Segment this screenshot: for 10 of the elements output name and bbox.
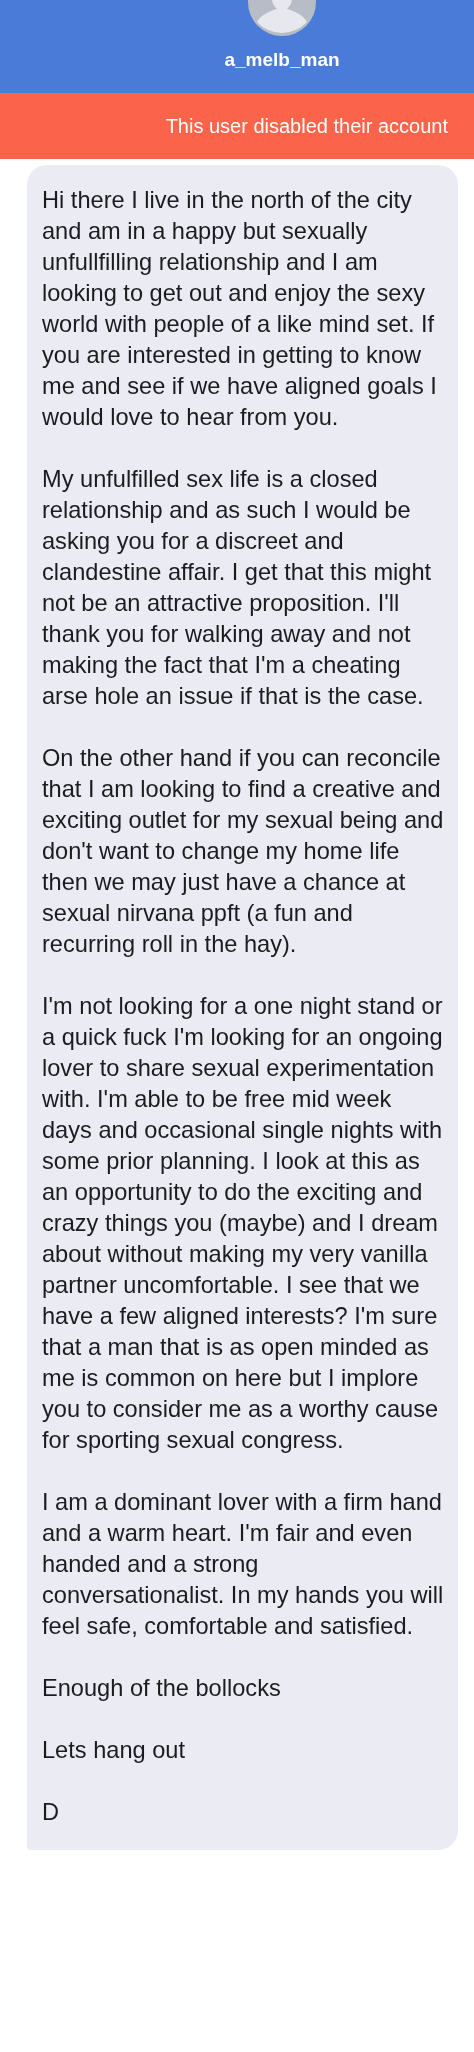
message-paragraph: On the other hand if you can reconcile that I am looking to find a creative and exciting outlet for my sexual being and don't want to change my home life then we may just have a chance at sexual nirvana ppft (a fun and recurring roll in the hay). <box>42 744 444 959</box>
message-paragraph: Hi there I live in the north of the city and am in a happy but sexually unfullfilling relationship and I am looking to get out and enjoy the sexy world with people of a like mind set. If you are interested in getting to know me and see if we have aligned goals I would love to hear from you. <box>42 186 438 432</box>
message-paragraph: My unfulfilled sex life is a closed relationship and as such I would be asking you for a discreet and clandestine affair. I get that this might not be an attractive proposition. I'll thank you for walking away and not making the fact that I'm a cheating arse hole an issue if that is the case. <box>42 465 433 711</box>
message-paragraph: Enough of the bollocks <box>42 1674 282 1703</box>
username: a_melb_man <box>224 48 340 72</box>
banner-text: This user disabled their account <box>165 114 448 139</box>
message-paragraph: Lets hang out <box>42 1736 186 1765</box>
message-paragraph: I am a dominant lover with a firm hand and a warm heart. I'm fair and even handed and a strong conversationalist. In my hands you will feel safe, comfortable and satisfied. <box>42 1488 444 1641</box>
message-paragraph: I'm not looking for a one night stand or a quick fuck I'm looking for an ongoing lover to share sexual experimentation with. I'm able to be free mid week days and occasional single nights with some prior planning. I look at this as an opportunity to do the exciting and crazy things you (maybe) and I dream about without making my very vanilla partner uncomfortable. I see that we have a few aligned interests? I'm sure that a man that is as open minded as me is common on here but I implore you to consider me as a worthy cause for sporting sexual congress. <box>42 992 444 1455</box>
message-paragraph: D <box>42 1798 61 1827</box>
